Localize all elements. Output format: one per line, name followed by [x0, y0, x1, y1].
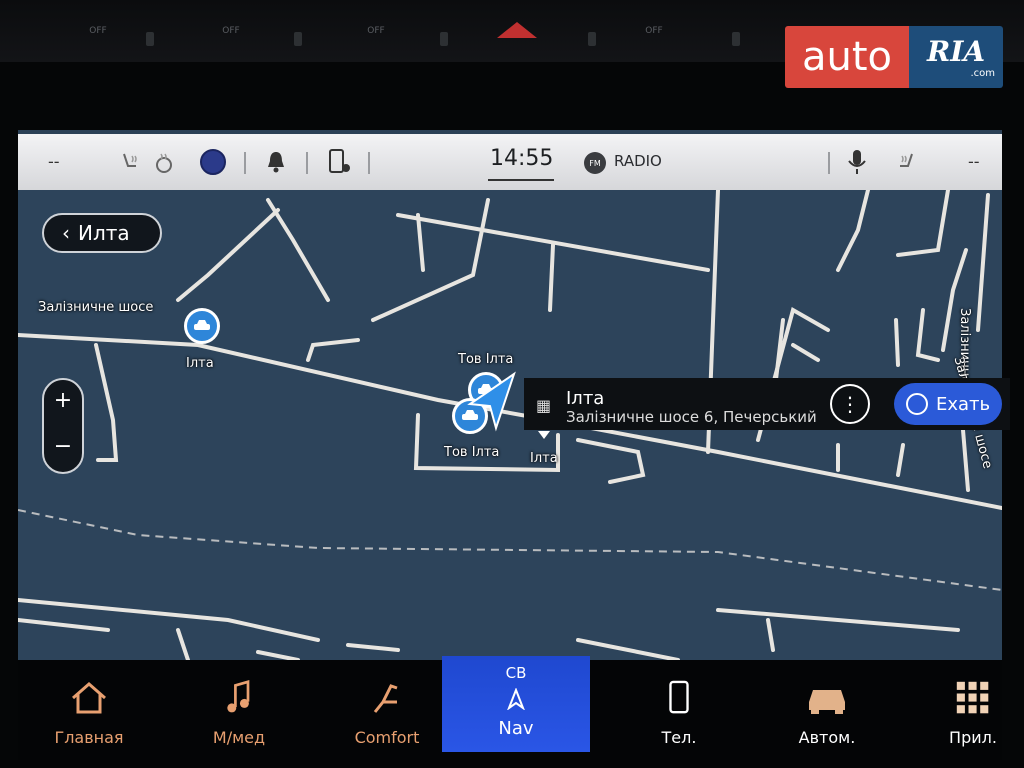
passenger-seat-heat-icon[interactable] — [894, 134, 918, 190]
hw-button-label: OFF — [367, 26, 385, 36]
hw-button-1[interactable]: OFF — [72, 18, 124, 44]
poi-left-label: Ілта — [186, 356, 214, 371]
watermark-domain: .com — [970, 68, 995, 79]
hw-led-1 — [146, 32, 154, 46]
nav-comfort[interactable]: Comfort — [322, 660, 452, 760]
hw-led-5 — [732, 32, 740, 46]
left-temp-dash: -- — [48, 152, 60, 171]
hw-button-3[interactable]: OFF — [350, 18, 402, 44]
seat-heat-icon[interactable] — [118, 134, 142, 190]
nav-apps[interactable]: Прил. — [908, 660, 1024, 760]
go-button[interactable]: Ехать — [894, 383, 1002, 425]
zoom-in-button[interactable]: + — [44, 388, 82, 413]
car-icon — [809, 690, 845, 714]
divider — [244, 152, 246, 174]
divider — [306, 152, 308, 174]
clock: 14:55 — [490, 146, 554, 171]
divider — [368, 152, 370, 174]
hw-button-label: OFF — [645, 26, 663, 36]
steering-heat-icon[interactable] — [152, 134, 176, 190]
current-location-arrow-icon — [467, 371, 516, 432]
fm-badge: FM — [584, 152, 606, 174]
seat-icon — [373, 684, 398, 713]
bell-icon[interactable] — [264, 134, 288, 190]
building-icon: ▦ — [536, 396, 552, 415]
car-icon — [194, 320, 210, 330]
chevron-left-icon: ‹ — [62, 221, 70, 245]
back-button[interactable]: ‹ Илта — [42, 213, 162, 253]
phone-settings-icon[interactable] — [326, 134, 352, 190]
zoom-out-button[interactable]: − — [44, 434, 82, 459]
hw-button-label: OFF — [222, 26, 240, 36]
poi-bottom-label: Тов Ілта — [444, 445, 500, 460]
apps-grid-icon — [956, 681, 989, 714]
hazard-icon[interactable] — [497, 22, 537, 38]
driver-profile-icon[interactable] — [200, 134, 226, 190]
nav-navigation[interactable]: СВ Nav — [442, 656, 590, 752]
nav-home-label: Главная — [54, 728, 124, 747]
nav-apps-label: Прил. — [949, 728, 997, 747]
radio-label[interactable]: RADIO — [614, 152, 662, 170]
card-pointer — [538, 431, 550, 439]
music-note-icon — [227, 680, 250, 713]
compass-heading: СВ — [505, 664, 527, 682]
hw-button-2[interactable]: OFF — [205, 18, 257, 44]
nav-media[interactable]: М/мед — [174, 660, 304, 760]
nav-media-label: М/мед — [212, 728, 266, 747]
nav-phone[interactable]: Тел. — [614, 660, 744, 760]
nav-vehicle-label: Автом. — [798, 728, 856, 747]
steering-wheel-icon — [906, 393, 928, 415]
nav-navigation-label: Nav — [498, 718, 534, 739]
destination-title: Ілта — [566, 388, 605, 409]
hw-button-label: OFF — [89, 26, 107, 36]
nav-home[interactable]: Главная — [24, 660, 154, 760]
hw-led-4 — [588, 32, 596, 46]
hw-led-3 — [440, 32, 448, 46]
back-button-label: Илта — [78, 221, 130, 245]
go-button-label: Ехать — [936, 393, 991, 415]
destination-address: Залізничне шосе 6, Печерський — [566, 408, 817, 426]
watermark-ria: RIA — [926, 35, 986, 68]
status-bar: -- 14:55 FM RADIO -- — [18, 134, 1002, 190]
hw-led-2 — [294, 32, 302, 46]
street-label: Залізничне шосе — [38, 300, 154, 315]
watermark-left: auto — [785, 26, 909, 88]
zoom-control: + − — [42, 378, 84, 474]
phone-icon — [669, 680, 689, 714]
navigation-arrow-icon — [507, 688, 525, 710]
poi-car-dealer-left[interactable] — [184, 308, 220, 344]
nav-phone-label: Тел. — [661, 728, 697, 747]
clock-underline — [488, 179, 554, 181]
hw-button-4[interactable]: OFF — [628, 18, 680, 44]
destination-card[interactable]: ▦ Ілта Залізничне шосе 6, Печерський ⋮ Е… — [524, 378, 1010, 430]
poi-right-label: Ілта — [530, 451, 558, 466]
home-icon — [72, 682, 106, 714]
divider — [828, 152, 830, 174]
right-temp-dash: -- — [968, 152, 980, 171]
watermark-logo: auto RIA .com — [785, 26, 1003, 88]
nav-vehicle[interactable]: Автом. — [762, 660, 892, 760]
nav-comfort-label: Comfort — [354, 728, 420, 747]
watermark-right: RIA .com — [909, 26, 1003, 88]
poi-top-label: Тов Ілта — [458, 352, 514, 367]
more-options-button[interactable]: ⋮ — [830, 384, 870, 424]
more-options-icon: ⋮ — [840, 392, 860, 416]
microphone-icon[interactable] — [846, 134, 868, 190]
